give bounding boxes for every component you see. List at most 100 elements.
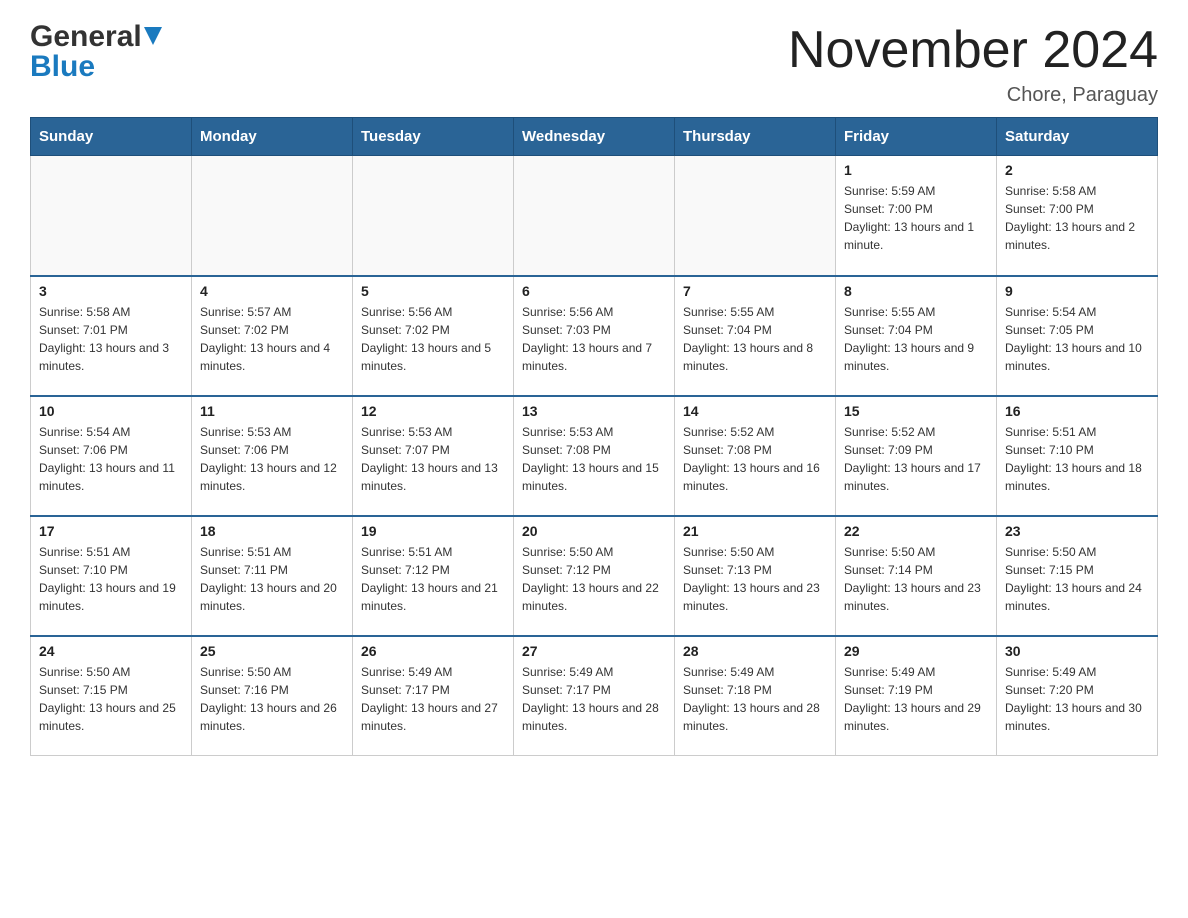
calendar-day-cell [353,156,514,276]
page-header: General Blue November 2024 Chore, Paragu… [30,20,1158,107]
day-number: 6 [522,283,666,299]
day-info: Sunrise: 5:50 AMSunset: 7:16 PMDaylight:… [200,663,344,735]
day-number: 9 [1005,283,1149,299]
calendar-header-monday: Monday [192,118,353,156]
calendar-day-cell: 5 Sunrise: 5:56 AMSunset: 7:02 PMDaylight… [353,276,514,396]
calendar-day-cell: 8 Sunrise: 5:55 AMSunset: 7:04 PMDaylight… [836,276,997,396]
calendar-day-cell: 4 Sunrise: 5:57 AMSunset: 7:02 PMDaylight… [192,276,353,396]
day-number: 4 [200,283,344,299]
day-number: 12 [361,403,505,419]
day-info: Sunrise: 5:49 AMSunset: 7:19 PMDaylight:… [844,663,988,735]
calendar-week-row: 3 Sunrise: 5:58 AMSunset: 7:01 PMDaylight… [31,276,1158,396]
day-info: Sunrise: 5:53 AMSunset: 7:08 PMDaylight:… [522,423,666,495]
calendar-header-saturday: Saturday [997,118,1158,156]
day-number: 30 [1005,643,1149,659]
day-number: 21 [683,523,827,539]
day-number: 8 [844,283,988,299]
calendar-header-tuesday: Tuesday [353,118,514,156]
calendar-day-cell: 12 Sunrise: 5:53 AMSunset: 7:07 PMDayligh… [353,396,514,516]
day-number: 25 [200,643,344,659]
day-info: Sunrise: 5:50 AMSunset: 7:12 PMDaylight:… [522,543,666,615]
calendar-day-cell: 27Sunrise: 5:49 AMSunset: 7:17 PMDayligh… [514,636,675,756]
calendar-day-cell: 30 Sunrise: 5:49 AMSunset: 7:20 PMDayligh… [997,636,1158,756]
day-info: Sunrise: 5:53 AMSunset: 7:07 PMDaylight:… [361,423,505,495]
day-number: 3 [39,283,183,299]
calendar-day-cell: 16 Sunrise: 5:51 AMSunset: 7:10 PMDayligh… [997,396,1158,516]
day-number: 15 [844,403,988,419]
day-info: Sunrise: 5:55 AMSunset: 7:04 PMDaylight:… [683,303,827,375]
calendar-header-row: SundayMondayTuesdayWednesdayThursdayFrid… [31,118,1158,156]
day-info: Sunrise: 5:55 AMSunset: 7:04 PMDaylight:… [844,303,988,375]
calendar-day-cell: 23 Sunrise: 5:50 AMSunset: 7:15 PMDayligh… [997,516,1158,636]
calendar-week-row: 24 Sunrise: 5:50 AMSunset: 7:15 PMDayligh… [31,636,1158,756]
calendar-day-cell: 24 Sunrise: 5:50 AMSunset: 7:15 PMDayligh… [31,636,192,756]
calendar-day-cell: 29 Sunrise: 5:49 AMSunset: 7:19 PMDayligh… [836,636,997,756]
day-number: 14 [683,403,827,419]
calendar-day-cell: 10 Sunrise: 5:54 AMSunset: 7:06 PMDayligh… [31,396,192,516]
calendar-day-cell [192,156,353,276]
day-number: 26 [361,643,505,659]
day-info: Sunrise: 5:50 AMSunset: 7:13 PMDaylight:… [683,543,827,615]
calendar-day-cell: 11 Sunrise: 5:53 AMSunset: 7:06 PMDayligh… [192,396,353,516]
day-number: 13 [522,403,666,419]
location: Chore, Paraguay [788,84,1158,107]
day-info: Sunrise: 5:49 AMSunset: 7:17 PMDaylight:… [361,663,505,735]
day-number: 24 [39,643,183,659]
calendar-day-cell: 6 Sunrise: 5:56 AMSunset: 7:03 PMDaylight… [514,276,675,396]
calendar-table: SundayMondayTuesdayWednesdayThursdayFrid… [30,117,1158,756]
day-number: 7 [683,283,827,299]
calendar-day-cell: 1Sunrise: 5:59 AMSunset: 7:00 PMDaylight… [836,156,997,276]
day-info: Sunrise: 5:54 AMSunset: 7:06 PMDaylight:… [39,423,183,495]
day-info: Sunrise: 5:53 AMSunset: 7:06 PMDaylight:… [200,423,344,495]
calendar-header-thursday: Thursday [675,118,836,156]
calendar-day-cell: 14 Sunrise: 5:52 AMSunset: 7:08 PMDayligh… [675,396,836,516]
day-info: Sunrise: 5:56 AMSunset: 7:03 PMDaylight:… [522,303,666,375]
day-number: 23 [1005,523,1149,539]
calendar-day-cell [31,156,192,276]
day-info: Sunrise: 5:57 AMSunset: 7:02 PMDaylight:… [200,303,344,375]
day-number: 10 [39,403,183,419]
calendar-day-cell: 18Sunrise: 5:51 AMSunset: 7:11 PMDayligh… [192,516,353,636]
day-info: Sunrise: 5:56 AMSunset: 7:02 PMDaylight:… [361,303,505,375]
calendar-day-cell: 26 Sunrise: 5:49 AMSunset: 7:17 PMDayligh… [353,636,514,756]
calendar-day-cell: 9 Sunrise: 5:54 AMSunset: 7:05 PMDaylight… [997,276,1158,396]
day-info: Sunrise: 5:50 AMSunset: 7:14 PMDaylight:… [844,543,988,615]
day-info: Sunrise: 5:58 AMSunset: 7:01 PMDaylight:… [39,303,183,375]
calendar-day-cell: 19Sunrise: 5:51 AMSunset: 7:12 PMDayligh… [353,516,514,636]
calendar-header-wednesday: Wednesday [514,118,675,156]
day-number: 17 [39,523,183,539]
day-number: 22 [844,523,988,539]
calendar-day-cell: 21 Sunrise: 5:50 AMSunset: 7:13 PMDayligh… [675,516,836,636]
day-info: Sunrise: 5:51 AMSunset: 7:11 PMDaylight:… [200,543,344,615]
day-info: Sunrise: 5:50 AMSunset: 7:15 PMDaylight:… [39,663,183,735]
logo: General Blue [30,20,166,84]
day-info: Sunrise: 5:51 AMSunset: 7:10 PMDaylight:… [1005,423,1149,495]
calendar-day-cell: 17Sunrise: 5:51 AMSunset: 7:10 PMDayligh… [31,516,192,636]
calendar-day-cell: 20 Sunrise: 5:50 AMSunset: 7:12 PMDayligh… [514,516,675,636]
calendar-day-cell: 13 Sunrise: 5:53 AMSunset: 7:08 PMDayligh… [514,396,675,516]
month-title: November 2024 [788,20,1158,80]
day-number: 2 [1005,162,1149,178]
day-info: Sunrise: 5:49 AMSunset: 7:20 PMDaylight:… [1005,663,1149,735]
day-number: 20 [522,523,666,539]
day-number: 29 [844,643,988,659]
day-info: Sunrise: 5:52 AMSunset: 7:09 PMDaylight:… [844,423,988,495]
calendar-day-cell [514,156,675,276]
calendar-day-cell: 22 Sunrise: 5:50 AMSunset: 7:14 PMDayligh… [836,516,997,636]
day-info: Sunrise: 5:50 AMSunset: 7:15 PMDaylight:… [1005,543,1149,615]
calendar-day-cell: 7 Sunrise: 5:55 AMSunset: 7:04 PMDaylight… [675,276,836,396]
day-number: 19 [361,523,505,539]
day-number: 5 [361,283,505,299]
day-info: Sunrise: 5:49 AMSunset: 7:17 PMDaylight:… [522,663,666,735]
day-info: Sunrise: 5:59 AMSunset: 7:00 PMDaylight:… [844,182,988,254]
day-info: Sunrise: 5:54 AMSunset: 7:05 PMDaylight:… [1005,303,1149,375]
day-number: 16 [1005,403,1149,419]
day-number: 11 [200,403,344,419]
calendar-week-row: 10 Sunrise: 5:54 AMSunset: 7:06 PMDayligh… [31,396,1158,516]
calendar-header-sunday: Sunday [31,118,192,156]
day-info: Sunrise: 5:58 AMSunset: 7:00 PMDaylight:… [1005,182,1149,254]
day-info: Sunrise: 5:52 AMSunset: 7:08 PMDaylight:… [683,423,827,495]
calendar-week-row: 17Sunrise: 5:51 AMSunset: 7:10 PMDayligh… [31,516,1158,636]
calendar-day-cell: 25 Sunrise: 5:50 AMSunset: 7:16 PMDayligh… [192,636,353,756]
calendar-header-friday: Friday [836,118,997,156]
